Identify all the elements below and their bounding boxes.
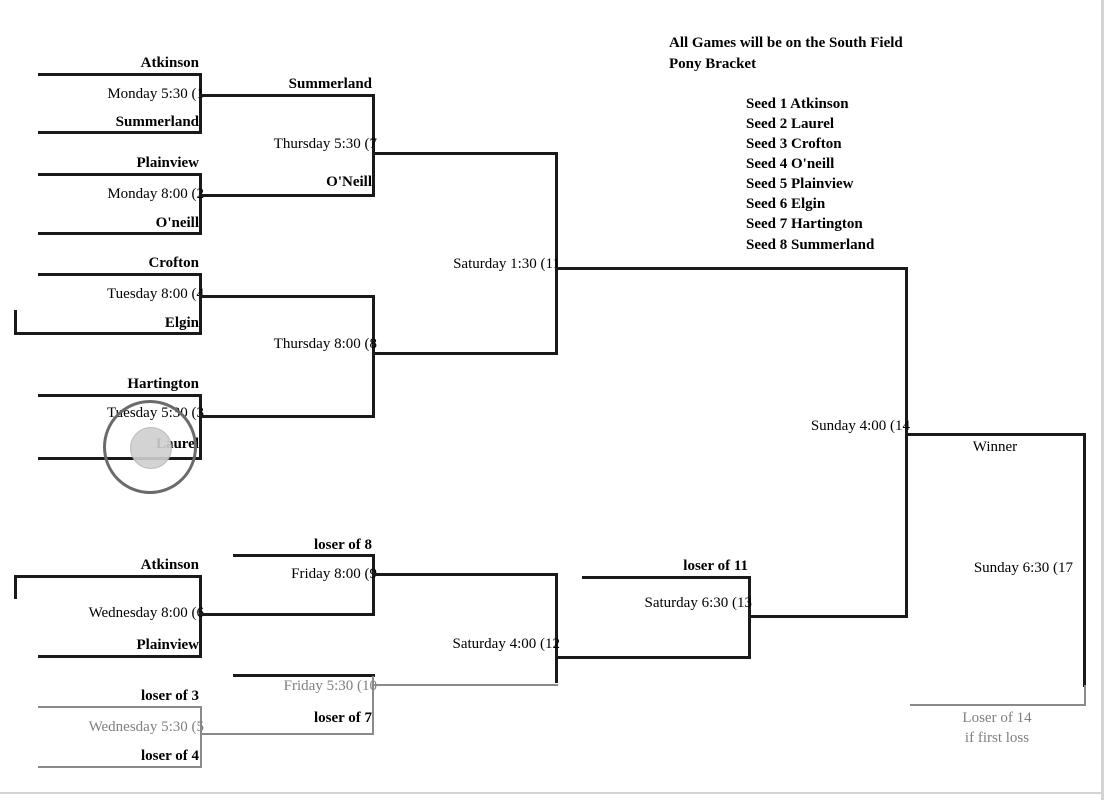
game2-top-line <box>38 173 202 176</box>
game13-bottom-line <box>555 656 751 659</box>
game4-bottom-left-tick <box>14 310 17 334</box>
game14-connector <box>905 267 908 618</box>
game5-top-team: loser of 3 <box>140 688 199 704</box>
game4-bottom-line <box>14 332 202 335</box>
game11-top-line <box>372 152 558 155</box>
seed-item-4: Seed 4 O'neill <box>746 156 835 172</box>
game14-time: Sunday 4:00 (14 <box>810 418 910 434</box>
game3-bottom-line <box>38 457 202 460</box>
game2-connector <box>199 173 202 235</box>
game9-top-team: loser of 8 <box>313 537 372 553</box>
game12-time: Saturday 4:00 (12 <box>452 636 560 652</box>
final-connector <box>1083 433 1086 687</box>
game9-time: Friday 8:00 (9 <box>291 566 377 582</box>
game2-top-team: Plainview <box>136 155 200 171</box>
game1-top-team: Atkinson <box>140 55 199 71</box>
game6-top-line <box>14 575 202 578</box>
final-loser-note-line2: if first loss <box>964 730 1030 746</box>
game14-top-line <box>555 267 908 270</box>
game14-bottom-line <box>750 615 908 618</box>
game3-connector <box>199 394 202 460</box>
game5-time: Wednesday 5:30 (5 <box>88 719 204 735</box>
game8-top-line <box>199 295 375 298</box>
game4-top-line <box>38 273 202 276</box>
game2-time: Monday 8:00 (2 <box>107 186 204 202</box>
final-loser-note-line1: Loser of 14 <box>962 710 1032 726</box>
game1-bottom-team: Summerland <box>115 114 199 130</box>
game3-bottom-team[interactable]: Laurel <box>156 437 199 452</box>
seed-item-3: Seed 3 Crofton <box>746 136 842 152</box>
game12-top-line <box>372 573 558 576</box>
game12-connector <box>555 573 558 683</box>
note-bracket-name: Pony Bracket <box>669 56 757 72</box>
seed-item-2: Seed 2 Laurel <box>746 116 835 132</box>
game6-bottom-team: Plainview <box>136 637 200 653</box>
final-top-line <box>905 433 1086 436</box>
game4-bottom-team: Elgin <box>164 315 199 331</box>
seed-item-5: Seed 5 Plainview <box>746 176 854 192</box>
game3-time: Tuesday 5:30 (3 <box>107 405 204 421</box>
final-winner-label: Winner <box>972 439 1018 455</box>
game8-bottom-line <box>199 415 375 418</box>
game7-bottom-team: O'Neill <box>326 174 372 190</box>
game6-top-team: Atkinson <box>140 557 199 573</box>
game1-top-line <box>38 73 202 76</box>
game13-connector <box>748 576 751 659</box>
game7-top-team: Summerland <box>288 76 372 92</box>
game6-bottom-line <box>38 655 202 658</box>
final-time: Sunday 6:30 (17 <box>973 560 1073 576</box>
game7-top-line <box>199 94 375 97</box>
game8-connector <box>372 295 375 418</box>
game6-top-left-tick <box>14 575 17 599</box>
note-venue: All Games will be on the South Field <box>669 35 903 51</box>
game7-bottom-line <box>199 194 375 197</box>
game13-top-team: loser of 11 <box>683 558 748 574</box>
game11-connector <box>555 152 558 355</box>
game10-top-line <box>233 674 375 677</box>
game1-bottom-line <box>38 131 202 134</box>
game2-bottom-team: O'neill <box>155 215 199 231</box>
game13-time: Saturday 6:30 (13 <box>644 595 752 611</box>
game5-top-line <box>38 706 202 708</box>
game4-time: Tuesday 8:00 (4 <box>107 286 204 302</box>
final-connector-gray-tail <box>1084 685 1086 706</box>
seed-item-7: Seed 7 Hartington <box>746 216 863 232</box>
bracket-page: All Games will be on the South Field Pon… <box>0 0 1104 800</box>
game6-time: Wednesday 8:00 (6 <box>88 605 204 621</box>
seed-item-6: Seed 6 Elgin <box>746 196 826 212</box>
game3-top-team: Hartington <box>127 376 199 392</box>
game1-time: Monday 5:30 (1 <box>107 86 204 102</box>
game9-top-line <box>233 554 375 557</box>
seed-item-1: Seed 1 Atkinson <box>746 96 849 112</box>
game9-bottom-line <box>199 613 375 616</box>
game10-time: Friday 5:30 (10 <box>283 678 377 694</box>
game8-time: Thursday 8:00 (8 <box>273 336 377 352</box>
game10-bottom-team: loser of 7 <box>313 710 372 726</box>
final-bottom-line <box>910 704 1086 706</box>
seed-item-8: Seed 8 Summerland <box>746 237 875 253</box>
game7-time: Thursday 5:30 (7 <box>273 136 377 152</box>
game11-bottom-line <box>372 352 558 355</box>
game10-bottom-line <box>200 733 374 735</box>
game5-bottom-team: loser of 4 <box>140 748 199 764</box>
game3-top-line <box>38 394 202 397</box>
page-edge-bottom <box>0 792 1104 794</box>
game11-time: Saturday 1:30 (11 <box>453 256 560 272</box>
game12-bottom-line <box>372 684 558 686</box>
game5-bottom-line <box>38 766 202 768</box>
game9-connector <box>372 554 375 616</box>
game1-connector <box>199 73 202 134</box>
game4-connector <box>199 273 202 335</box>
game13-top-line <box>582 576 751 579</box>
game4-top-team: Crofton <box>148 255 199 271</box>
game5-connector <box>200 706 202 768</box>
game2-bottom-line <box>38 232 202 235</box>
